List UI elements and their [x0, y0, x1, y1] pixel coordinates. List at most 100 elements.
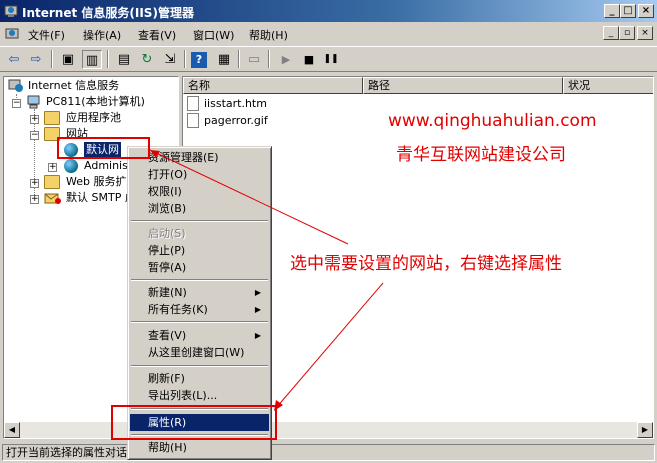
- expander-computer[interactable]: −: [12, 99, 21, 108]
- toolbar-separator: [107, 50, 109, 68]
- ctx-label: 打开(O): [148, 168, 188, 181]
- properties-icon[interactable]: ▤: [114, 50, 134, 69]
- iis-app-icon: [4, 5, 18, 17]
- html-file-icon: [187, 96, 199, 111]
- menu-view[interactable]: 查看(V): [138, 27, 176, 43]
- window-title: Internet 信息服务(IIS)管理器: [22, 6, 194, 20]
- ctx-item-open[interactable]: 打开(O): [130, 166, 269, 183]
- scroll-right-button[interactable]: ▶: [637, 422, 653, 438]
- ctx-label: 所有任务(K): [148, 303, 208, 316]
- export-icon[interactable]: ⇲: [160, 50, 180, 69]
- ctx-label: 刷新(F): [148, 372, 185, 385]
- tree-label-app-pools: 应用程序池: [66, 111, 121, 124]
- menu-action[interactable]: 操作(A): [83, 27, 121, 43]
- tree-label-computer: PC811(本地计算机): [46, 95, 145, 108]
- toolbar-separator: [51, 50, 53, 68]
- iis-server-icon: [8, 79, 23, 92]
- minimize-button[interactable]: _: [604, 4, 620, 18]
- expander-smtp[interactable]: +: [30, 195, 39, 204]
- ctx-item-start: 启动(S): [130, 225, 269, 242]
- ctx-label: 资源管理器(E): [148, 151, 219, 164]
- expander-admin-site[interactable]: +: [48, 163, 57, 172]
- ctx-item-new-window[interactable]: 从这里创建窗口(W): [130, 344, 269, 361]
- list-item-name: iisstart.htm: [204, 97, 267, 110]
- back-icon[interactable]: ⇦: [4, 50, 24, 69]
- ctx-label: 查看(V): [148, 329, 187, 342]
- toolbar-separator: [184, 50, 186, 68]
- globe-icon: [64, 159, 78, 173]
- ctx-label: 从这里创建窗口(W): [148, 346, 245, 359]
- menu-file[interactable]: 文件(F): [28, 27, 65, 43]
- folder-icon: [44, 111, 60, 125]
- play-icon[interactable]: ▶: [276, 50, 296, 69]
- submenu-arrow-icon: ▶: [254, 331, 261, 340]
- watermark-url: www.qinghuahulian.com: [388, 111, 597, 131]
- highlight-box-site: [57, 137, 150, 159]
- watermark-company: 青华互联网站建设公司: [396, 145, 566, 165]
- mdi-restore-button[interactable]: ▫: [619, 26, 635, 40]
- smtp-envelope-icon: [44, 193, 61, 204]
- stop-icon[interactable]: ■: [299, 50, 319, 69]
- menu-help[interactable]: 帮助(H): [249, 27, 288, 43]
- ctx-label: 浏览(B): [148, 202, 187, 215]
- ctx-item-explorer[interactable]: 资源管理器(E): [130, 149, 269, 166]
- ctx-item-view[interactable]: 查看(V) ▶: [130, 327, 269, 344]
- ctx-item-browse[interactable]: 浏览(B): [130, 200, 269, 217]
- annotation-instruction: 选中需要设置的网站，右键选择属性: [290, 254, 562, 274]
- menu-bar: 文件(F) 操作(A) 查看(V) 窗口(W) 帮助(H) _ ▫ ×: [0, 23, 657, 45]
- status-bar: 打开当前选择的属性对话框。: [0, 442, 657, 463]
- ctx-label: 导出列表(L)...: [148, 389, 218, 402]
- ctx-item-permissions[interactable]: 权限(I): [130, 183, 269, 200]
- up-icon[interactable]: ▣: [58, 50, 78, 69]
- mdi-close-button[interactable]: ×: [637, 26, 653, 40]
- highlight-box-properties: [111, 405, 277, 440]
- pause-icon[interactable]: ❚❚: [321, 50, 341, 69]
- menu-window[interactable]: 窗口(W): [193, 27, 234, 43]
- toolbar: ⇦ ⇨ ▣ ▥ ▤ ↻ ⇲ ? ▦ ▭ ▶ ■ ❚❚: [0, 46, 657, 72]
- column-header-status[interactable]: 状况: [563, 77, 653, 94]
- ctx-item-help[interactable]: 帮助(H): [130, 439, 269, 456]
- expander-web-ext[interactable]: +: [30, 179, 39, 188]
- expander-app-pools[interactable]: +: [30, 115, 39, 124]
- mdi-minimize-button[interactable]: _: [603, 26, 619, 40]
- ctx-label: 新建(N): [148, 286, 187, 299]
- ctx-item-export-list[interactable]: 导出列表(L)...: [130, 387, 269, 404]
- ctx-item-pause[interactable]: 暂停(A): [130, 259, 269, 276]
- title-bar[interactable]: Internet 信息服务(IIS)管理器 _ □ ×: [0, 0, 657, 22]
- ctx-label: 帮助(H): [148, 441, 187, 454]
- ctx-item-all-tasks[interactable]: 所有任务(K) ▶: [130, 301, 269, 318]
- help-icon[interactable]: ?: [191, 52, 207, 68]
- ctx-separator: [131, 365, 268, 367]
- ctx-separator: [131, 321, 268, 323]
- ctx-label: 启动(S): [148, 227, 186, 240]
- refresh-icon[interactable]: ↻: [137, 50, 157, 69]
- mdi-document-icon[interactable]: [4, 26, 20, 42]
- close-button[interactable]: ×: [638, 4, 654, 18]
- list-item-name: pagerror.gif: [204, 114, 268, 127]
- column-header-path[interactable]: 路径: [363, 77, 563, 94]
- status-text: 打开当前选择的属性对话框。: [2, 444, 655, 461]
- ctx-item-refresh[interactable]: 刷新(F): [130, 370, 269, 387]
- ctx-item-stop[interactable]: 停止(P): [130, 242, 269, 259]
- gif-file-icon: [187, 113, 199, 128]
- view-icon[interactable]: ▦: [214, 50, 234, 69]
- ctx-separator: [131, 220, 268, 222]
- tree-label-smtp: 默认 SMTP 虚: [66, 191, 136, 204]
- tree-label-admin-site: Administ: [84, 159, 133, 172]
- forward-icon[interactable]: ⇨: [26, 50, 46, 69]
- maximize-button[interactable]: □: [620, 4, 636, 18]
- scroll-left-button[interactable]: ◀: [4, 422, 20, 438]
- submenu-arrow-icon: ▶: [254, 288, 261, 297]
- ctx-separator: [131, 279, 268, 281]
- folder-icon: [44, 175, 60, 189]
- computer-icon: [27, 95, 40, 109]
- ctx-label: 停止(P): [148, 244, 186, 257]
- column-header-name[interactable]: 名称: [183, 77, 363, 94]
- tree-label-web-ext: Web 服务扩: [66, 175, 127, 188]
- computer-icon[interactable]: ▭: [244, 50, 264, 69]
- show-tree-icon[interactable]: ▥: [82, 50, 102, 69]
- toolbar-separator: [268, 50, 270, 68]
- expander-websites[interactable]: −: [30, 131, 39, 140]
- ctx-item-new[interactable]: 新建(N) ▶: [130, 284, 269, 301]
- toolbar-separator: [238, 50, 240, 68]
